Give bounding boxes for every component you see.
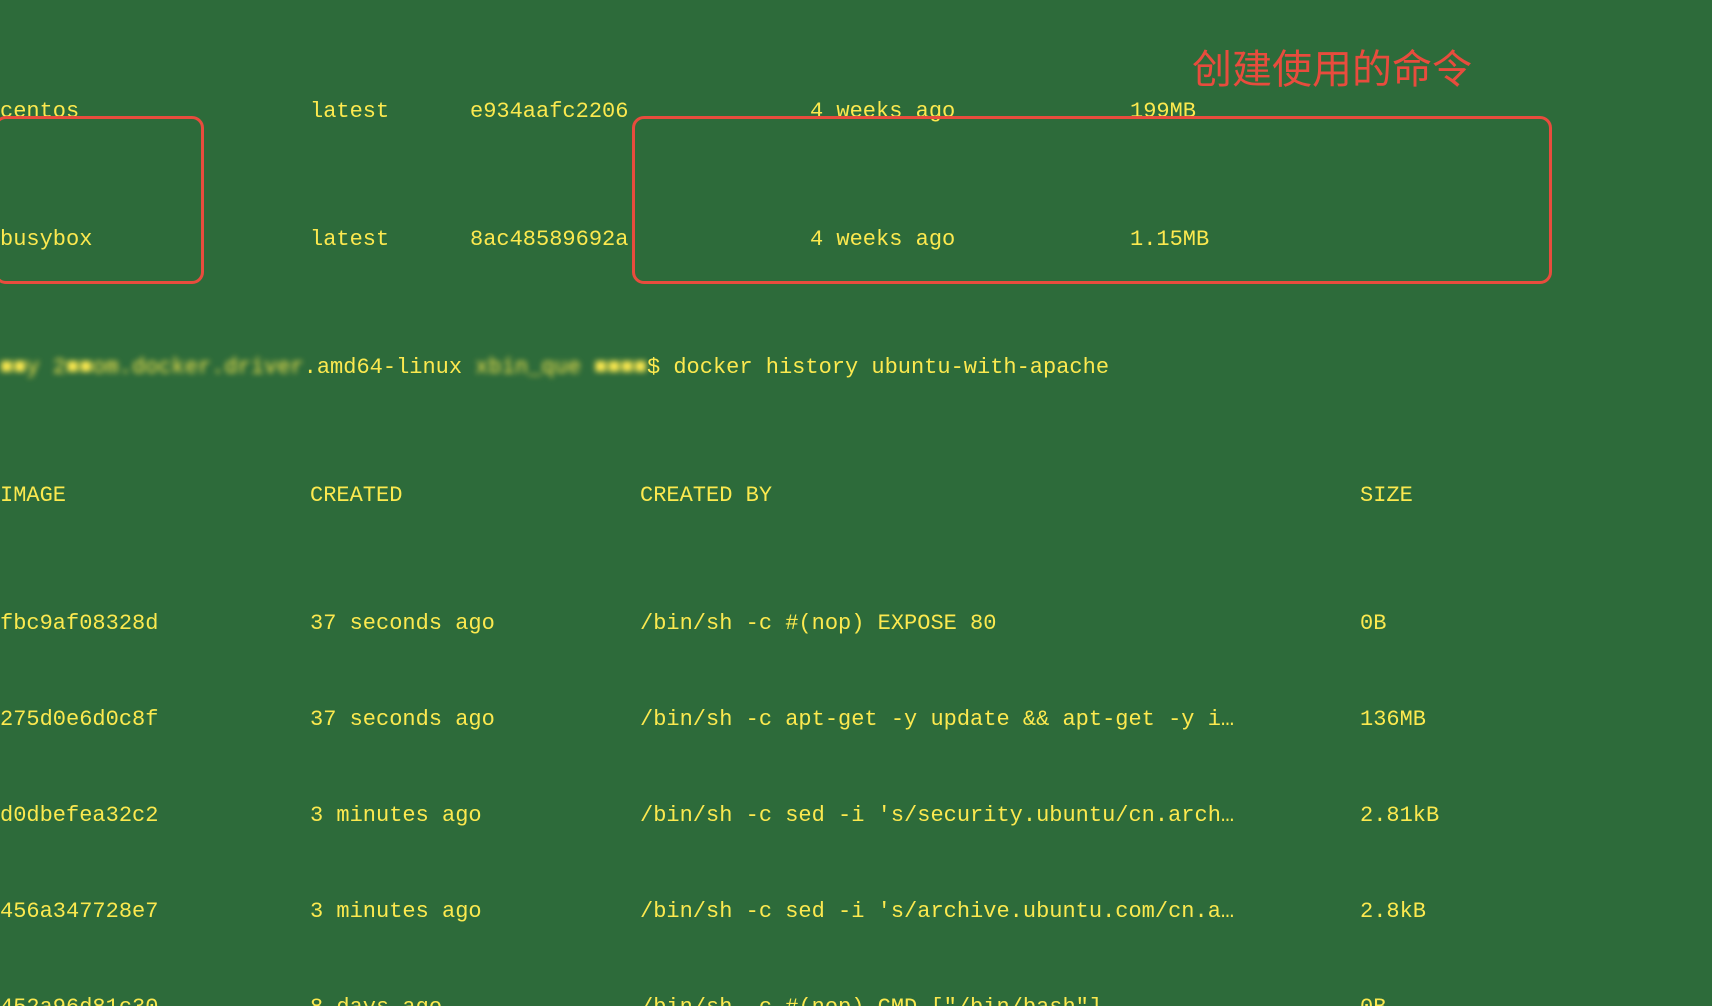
- cell-cmd: /bin/sh -c #(nop) CMD ["/bin/bash"]: [640, 992, 1360, 1006]
- cell-size: 2.8kB: [1360, 896, 1712, 928]
- header-created: CREATED: [310, 480, 640, 512]
- size: 1.15MB: [1130, 224, 1712, 256]
- history-row: d0dbefea32c2 3 minutes ago /bin/sh -c se…: [0, 800, 1712, 832]
- cell-cmd: /bin/sh -c apt-get -y update && apt-get …: [640, 704, 1360, 736]
- cell-image: d0dbefea32c2: [0, 800, 310, 832]
- cell-size: 2.81kB: [1360, 800, 1712, 832]
- tag: latest: [310, 224, 470, 256]
- blurred-text: ■■y 2■■om.docker.driver: [0, 352, 304, 384]
- cell-size: 0B: [1360, 608, 1712, 640]
- prompt-user-host: ■■y 2■■om.docker.driver.amd64-linux xbin…: [0, 352, 673, 384]
- cell-created: 37 seconds ago: [310, 608, 640, 640]
- cell-image: 452a96d81c30: [0, 992, 310, 1006]
- cell-image: fbc9af08328d: [0, 608, 310, 640]
- history-row: fbc9af08328d 37 seconds ago /bin/sh -c #…: [0, 608, 1712, 640]
- blurred-text: xbin_que ■■■■: [475, 352, 647, 384]
- prompt-line[interactable]: ■■y 2■■om.docker.driver.amd64-linux xbin…: [0, 352, 1712, 384]
- terminal-output: centos latest e934aafc2206 4 weeks ago 1…: [0, 0, 1712, 1006]
- repo-name: busybox: [0, 224, 310, 256]
- cell-size: 136MB: [1360, 704, 1712, 736]
- image-id: e934aafc2206: [470, 96, 810, 128]
- cell-image: 456a347728e7: [0, 896, 310, 928]
- created: 4 weeks ago: [810, 224, 1130, 256]
- history-header-row: IMAGE CREATED CREATED BY SIZE: [0, 480, 1712, 512]
- cell-cmd: /bin/sh -c sed -i 's/archive.ubuntu.com/…: [640, 896, 1360, 928]
- history-row: 452a96d81c30 8 days ago /bin/sh -c #(nop…: [0, 992, 1712, 1006]
- header-image: IMAGE: [0, 480, 310, 512]
- image-list-row: centos latest e934aafc2206 4 weeks ago 1…: [0, 96, 1712, 128]
- cell-cmd: /bin/sh -c sed -i 's/security.ubuntu/cn.…: [640, 800, 1360, 832]
- repo-name: centos: [0, 96, 310, 128]
- history-row: 275d0e6d0c8f 37 seconds ago /bin/sh -c a…: [0, 704, 1712, 736]
- size: 199MB: [1130, 96, 1712, 128]
- cell-created: 37 seconds ago: [310, 704, 640, 736]
- tag: latest: [310, 96, 470, 128]
- annotation-label: 创建使用的命令: [1192, 54, 1472, 86]
- prompt-command: docker history ubuntu-with-apache: [673, 352, 1109, 384]
- cell-created: 8 days ago: [310, 992, 640, 1006]
- created: 4 weeks ago: [810, 96, 1130, 128]
- history-row: 456a347728e7 3 minutes ago /bin/sh -c se…: [0, 896, 1712, 928]
- cell-created: 3 minutes ago: [310, 800, 640, 832]
- image-id: 8ac48589692a: [470, 224, 810, 256]
- cell-cmd: /bin/sh -c #(nop) EXPOSE 80: [640, 608, 1360, 640]
- header-size: SIZE: [1360, 480, 1712, 512]
- cell-size: 0B: [1360, 992, 1712, 1006]
- header-created-by: CREATED BY: [640, 480, 1360, 512]
- cell-image: 275d0e6d0c8f: [0, 704, 310, 736]
- image-list-row: busybox latest 8ac48589692a 4 weeks ago …: [0, 224, 1712, 256]
- cell-created: 3 minutes ago: [310, 896, 640, 928]
